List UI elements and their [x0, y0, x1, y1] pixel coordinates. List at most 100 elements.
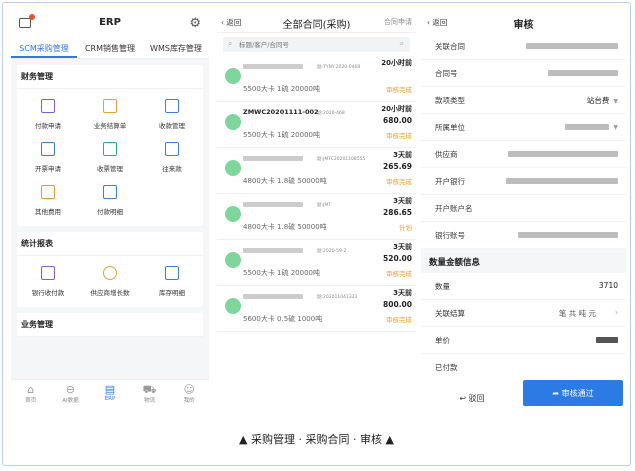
tab-wms[interactable]: WMS库存管理 — [143, 37, 209, 58]
menu-payment-request[interactable]: 付款申请 — [17, 93, 79, 136]
app-title: ERP — [99, 17, 121, 28]
section-quantity-amount: 数量金额信息 — [421, 249, 626, 273]
contract-subcode: 副:2020-468 — [317, 111, 345, 116]
audit-header: ‹ 返回 审核 — [421, 11, 626, 33]
tray-icon — [102, 142, 117, 156]
contract-spec: 5500大卡 1硫 20000吨 — [243, 85, 320, 93]
contract-subcode: 副:JMT — [317, 203, 331, 208]
stats-card: 统计报表 银行收付款 供应商增长数 库存明细 — [17, 232, 203, 307]
fee-icon — [40, 185, 55, 199]
contract-row[interactable]: 副:JMT 4800大卡 1.8硫 50000吨 3天前 286.65 计划 — [217, 194, 416, 240]
avatar — [225, 160, 241, 176]
nav-logistics[interactable]: ⛟ 物流 — [130, 380, 170, 409]
contract-code — [243, 154, 303, 162]
contract-time: 20小时前 — [381, 105, 412, 113]
menu-stock-detail[interactable]: 库存明细 — [141, 260, 203, 303]
reject-button[interactable]: ↩ 驳回 — [421, 377, 523, 409]
status-badge: 审核完成 — [386, 86, 412, 94]
redacted-value — [506, 178, 618, 184]
contract-subcode: 副:JMTC20201108555 — [317, 157, 366, 162]
contract-code — [243, 246, 303, 254]
redacted-value — [243, 247, 303, 253]
redacted-value — [548, 70, 618, 76]
menu-supplier-growth[interactable]: 供应商增长数 — [79, 260, 141, 303]
search-input[interactable] — [239, 39, 389, 50]
field-supplier: 供应商 — [421, 141, 626, 168]
person-icon: ☺ — [183, 383, 195, 396]
contract-code — [243, 200, 303, 208]
menu-invoice-receive[interactable]: 收票管理 — [79, 136, 141, 179]
menu-current-account[interactable]: 往来款 — [141, 136, 203, 179]
menu-bank-flow[interactable]: 银行收付款 — [17, 260, 79, 303]
search-submit-icon[interactable]: ⌕ — [400, 39, 404, 49]
clipboard-icon — [102, 99, 117, 113]
contract-row[interactable]: 副:JMTC20201108555 4800大卡 1.8硫 50000吨 3天前 26… — [217, 148, 416, 194]
field-unit[interactable]: 所属单位 ▼ — [421, 114, 626, 141]
menu-receipts[interactable]: 收款管理 — [141, 93, 203, 136]
tab-scm[interactable]: SCM采购管理 — [11, 37, 77, 58]
contract-list-screen: ‹ 返回 全部合同(采购) 合同申请 ⌕ ⌕ 副:TYNY-2020-0468 5… — [217, 11, 416, 409]
field-bank: 开户银行 — [421, 168, 626, 195]
list-icon — [164, 142, 179, 156]
contract-row[interactable]: 副:2020-59-2 5500大卡 1硫 20000吨 3天前 520.00 审核完成 — [217, 240, 416, 286]
contract-row[interactable]: 副:202011041323 5600大卡 0.5硫 1000吨 3天前 800.00… — [217, 286, 416, 332]
contract-time: 3天前 — [393, 289, 412, 297]
contract-time: 3天前 — [393, 151, 412, 159]
contract-spec: 4800大卡 1.8硫 50000吨 — [243, 177, 327, 185]
business-card: 业务管理 — [17, 313, 203, 337]
contract-amount: 800.00 — [383, 300, 412, 309]
bottom-nav: ⌂ 首页 ⊖ AI数据 ▤ ERP ⛟ 物流 ☺ 我的 — [11, 379, 209, 409]
screenshot-frame: ERP ⚙ SCM采购管理 CRM销售管理 WMS库存管理 财务管理 付款申请 … — [2, 2, 631, 466]
field-contract[interactable]: 关联合同 — [421, 33, 626, 60]
business-title: 业务管理 — [17, 313, 203, 337]
erp-home-screen: ERP ⚙ SCM采购管理 CRM销售管理 WMS库存管理 财务管理 付款申请 … — [11, 11, 209, 409]
redacted-value — [243, 155, 303, 161]
contract-code: ZMWC20201111-002 — [243, 108, 319, 116]
menu-payment-detail[interactable]: 付款明细 — [79, 179, 141, 222]
nav-mine[interactable]: ☺ 我的 — [169, 380, 209, 409]
menu-other-fees[interactable]: 其他费用 — [17, 179, 79, 222]
contract-time: 3天前 — [393, 243, 412, 251]
home-header: ERP ⚙ — [11, 11, 209, 37]
audit-actions: ↩ 驳回 ➦ 审核通过 — [421, 377, 626, 409]
field-account-name: 开户账户名 — [421, 195, 626, 222]
reply-icon: ↩ — [459, 393, 469, 403]
erp-icon: ▤ — [104, 383, 116, 396]
contract-spec: 5600大卡 0.5硫 1000吨 — [243, 315, 323, 323]
nav-home[interactable]: ⌂ 首页 — [11, 380, 51, 409]
avatar — [225, 206, 241, 222]
search-icon: ⌕ — [228, 39, 233, 48]
menu-settlement[interactable]: 业务结算单 — [79, 93, 141, 136]
field-unit-price: 单价 — [421, 327, 626, 354]
caret-down-icon: ▼ — [613, 124, 618, 131]
home-icon — [164, 266, 179, 280]
contract-list: 副:TYNY-2020-0468 5500大卡 1硫 20000吨 20小时前 审核完… — [217, 56, 416, 332]
contract-code — [243, 292, 303, 300]
field-payment-type[interactable]: 款项类型 站台费 ▼ — [421, 87, 626, 114]
contract-row[interactable]: ZMWC20201111-002 副:2020-468 5500大卡 1硫 2000… — [217, 102, 416, 148]
audit-screen: ‹ 返回 审核 关联合同 合同号 款项类型 站台费 ▼ 所属单位 ▼ 供应商 开户银行… — [421, 11, 626, 409]
inbox-icon — [164, 99, 179, 113]
approve-button[interactable]: ➦ 审核通过 — [523, 380, 623, 406]
nav-erp[interactable]: ▤ ERP — [90, 380, 130, 409]
tab-crm[interactable]: CRM销售管理 — [77, 37, 143, 58]
redacted-value — [526, 43, 618, 49]
truck-icon: ⛟ — [142, 383, 157, 396]
avatar — [225, 252, 241, 268]
contract-amount: 265.69 — [383, 162, 412, 171]
gear-icon[interactable]: ⚙ — [189, 16, 201, 31]
nav-ai[interactable]: ⊖ AI数据 — [51, 380, 91, 409]
field-quantity: 数量 3710 — [421, 273, 626, 300]
redacted-value — [518, 232, 618, 238]
field-settlement[interactable]: 关联结算笔 共 吨 元 › — [421, 300, 626, 327]
avatar — [225, 298, 241, 314]
contract-row[interactable]: 副:TYNY-2020-0468 5500大卡 1硫 20000吨 20小时前 审核完… — [217, 56, 416, 102]
field-account-no: 银行账号 — [421, 222, 626, 249]
contract-spec: 5500大卡 1硫 20000吨 — [243, 269, 320, 277]
page-title: 审核 — [513, 20, 534, 31]
contract-apply-button[interactable]: 合同申请 — [384, 17, 412, 27]
contract-amount: 286.65 — [383, 208, 412, 217]
field-contract-no: 合同号 — [421, 60, 626, 87]
circle-minus-icon: ⊖ — [65, 383, 75, 396]
menu-invoice-request[interactable]: 开票申请 — [17, 136, 79, 179]
